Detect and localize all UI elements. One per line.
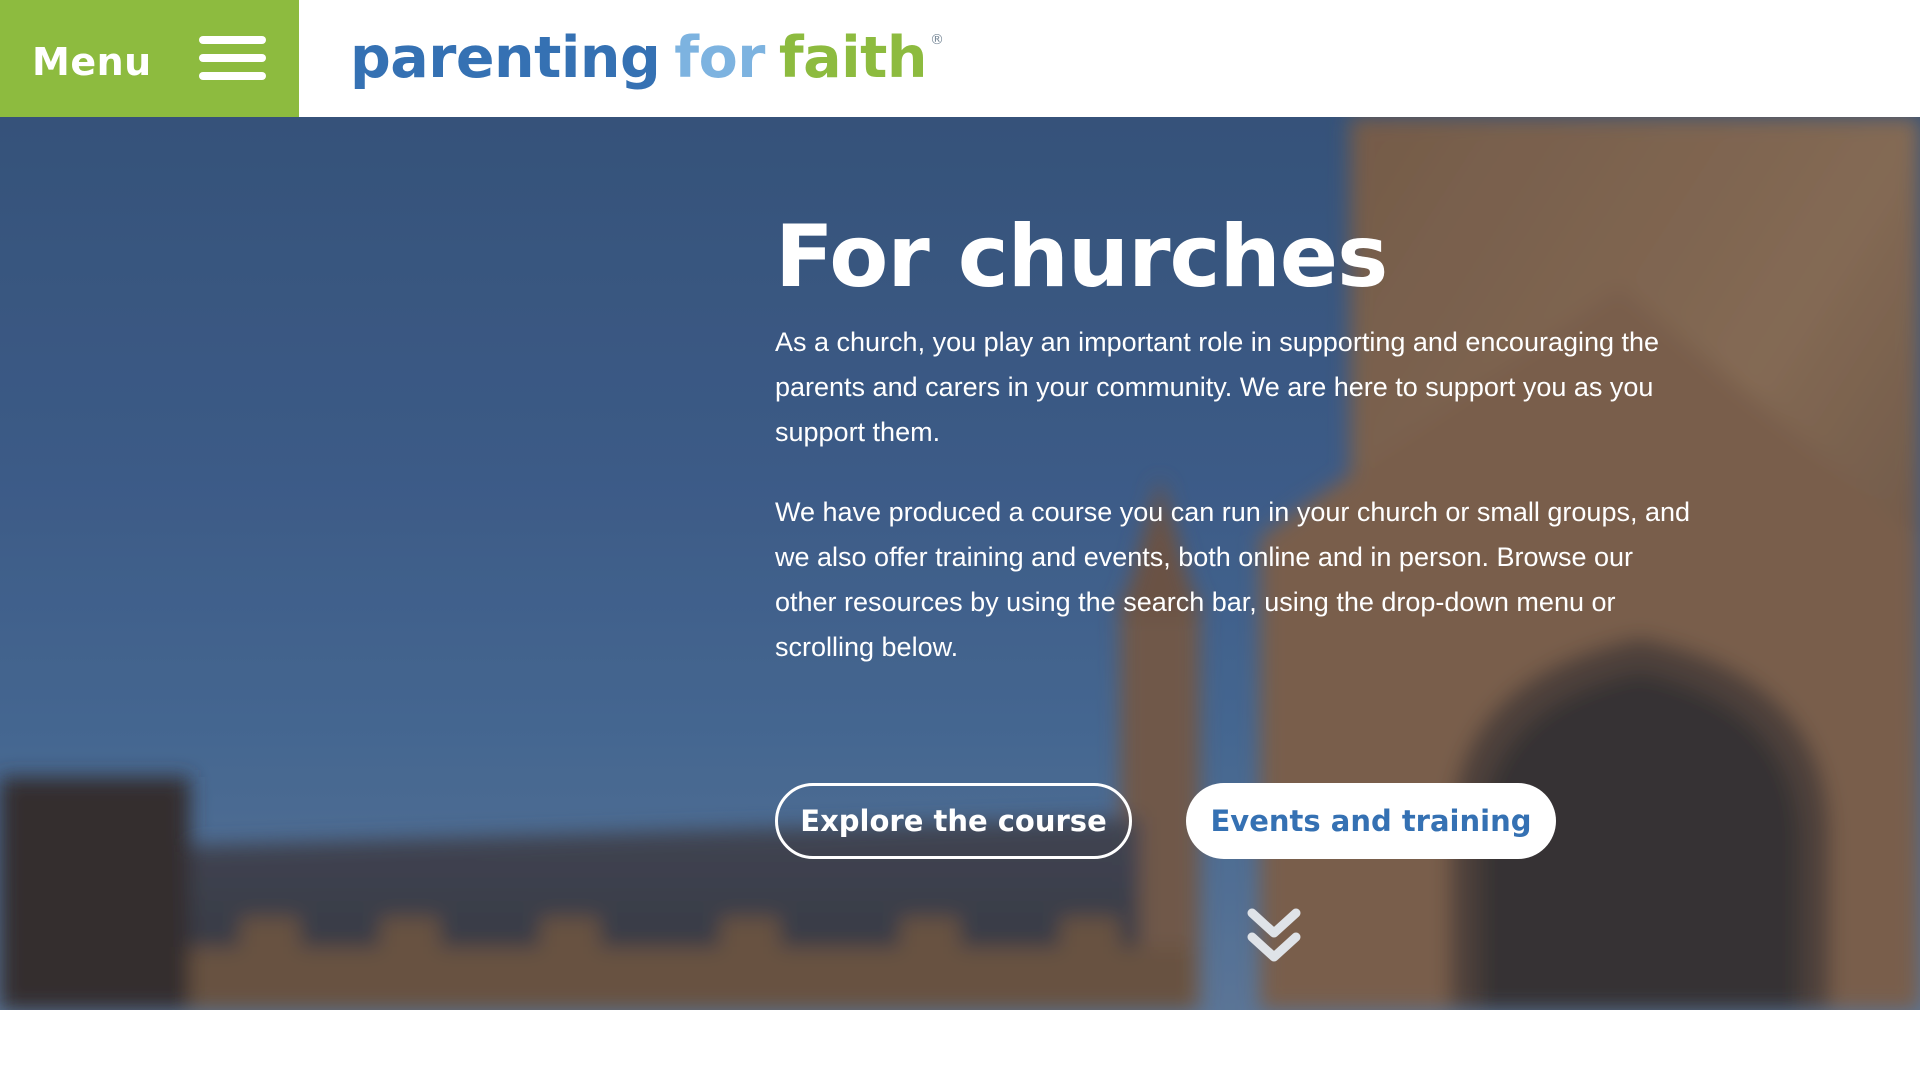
intro-paragraph: As a church, you play an important role … <box>775 327 1660 447</box>
page-title: For churches <box>775 207 1388 307</box>
logo-text-faith: faith <box>778 25 928 91</box>
hamburger-icon <box>199 36 266 80</box>
explore-course-button[interactable]: Explore the course <box>775 783 1132 859</box>
events-training-button[interactable]: Events and training <box>1186 783 1556 859</box>
menu-button[interactable]: Menu <box>0 0 299 117</box>
logo-text-for: for <box>674 25 765 91</box>
registered-mark: ® <box>930 32 944 48</box>
double-chevron-down-icon[interactable] <box>1246 907 1302 965</box>
description-paragraph: We have produced a course you can run in… <box>775 497 1691 662</box>
site-logo[interactable]: parenting for faith ® <box>350 18 944 98</box>
site-header: Menu parenting for faith ® <box>0 0 1920 117</box>
logo-text-parenting: parenting <box>350 25 661 91</box>
menu-label: Menu <box>32 40 152 84</box>
hero-section: For churches As a church, you play an im… <box>0 117 1920 1010</box>
